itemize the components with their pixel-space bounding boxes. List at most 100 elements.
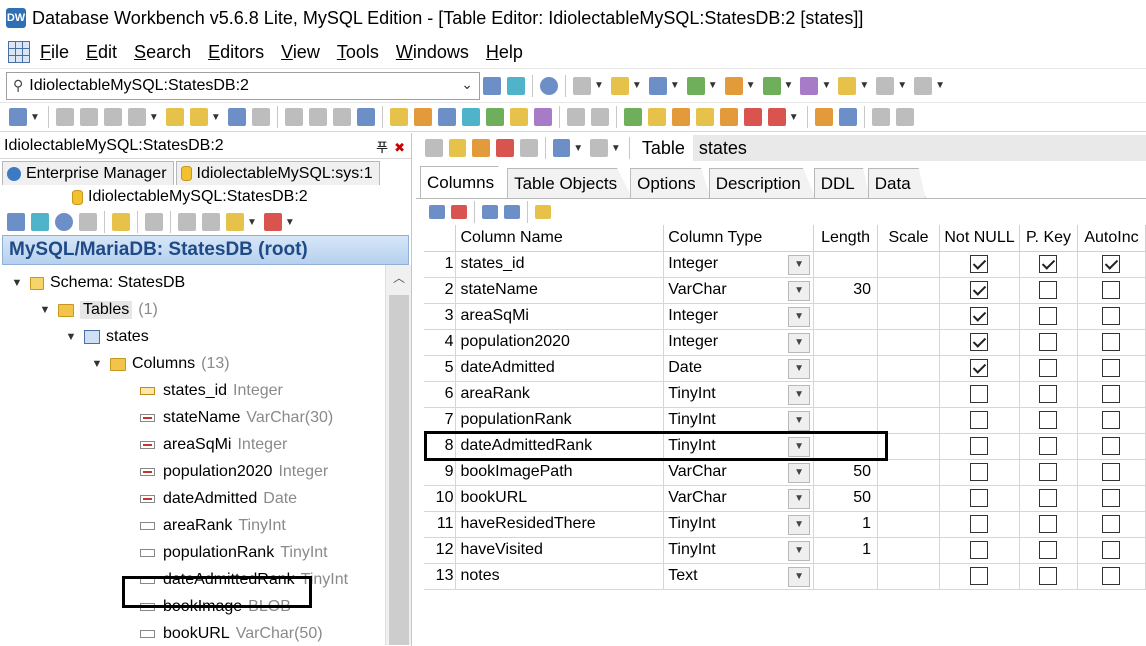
header-primary-key[interactable]: P. Key bbox=[1019, 225, 1078, 252]
refresh-icon[interactable] bbox=[55, 213, 73, 231]
table-row[interactable]: 1 states_id Integer ▼ bbox=[424, 251, 1146, 278]
code-icon[interactable] bbox=[876, 76, 895, 95]
tab-statesdb-connection[interactable]: IdiolectableMySQL:StatesDB:2 bbox=[0, 185, 411, 209]
autoinc-checkbox[interactable] bbox=[1102, 306, 1121, 325]
chevron-down-icon[interactable]: ▼ bbox=[788, 488, 811, 509]
chevron-down-icon[interactable]: ▼ bbox=[788, 514, 811, 535]
undo-icon[interactable] bbox=[227, 108, 246, 126]
insert-column-icon[interactable] bbox=[429, 205, 445, 219]
find-next-icon[interactable] bbox=[308, 108, 327, 126]
autoinc-checkbox[interactable] bbox=[1102, 358, 1121, 377]
properties-icon[interactable] bbox=[79, 213, 97, 231]
not-null-checkbox[interactable] bbox=[970, 332, 989, 351]
checklist-icon[interactable] bbox=[743, 108, 762, 126]
menu-tools[interactable]: Tools bbox=[337, 42, 379, 63]
cell-scale[interactable] bbox=[877, 277, 940, 304]
tree-node-table-states[interactable]: ▼ states bbox=[64, 324, 149, 350]
delete-icon[interactable] bbox=[178, 213, 196, 231]
autoinc-checkbox[interactable] bbox=[1102, 488, 1121, 507]
tree-node-column[interactable]: bookURL VarChar(50) bbox=[140, 621, 323, 645]
chevron-down-icon[interactable]: ▼ bbox=[90, 358, 104, 370]
menu-edit[interactable]: Edit bbox=[86, 42, 117, 63]
cell-length[interactable] bbox=[813, 355, 879, 382]
redo-icon[interactable] bbox=[251, 108, 270, 126]
cell-column-type[interactable]: TinyInt ▼ bbox=[663, 407, 815, 434]
move-up-icon[interactable] bbox=[482, 205, 498, 219]
primary-key-checkbox[interactable] bbox=[1039, 462, 1058, 481]
cell-length[interactable] bbox=[813, 303, 879, 330]
header-autoinc[interactable]: AutoInc bbox=[1077, 225, 1146, 252]
tab-ddl[interactable]: DDL bbox=[813, 168, 870, 198]
paste-special-icon[interactable] bbox=[189, 108, 208, 126]
inspect-icon[interactable] bbox=[838, 108, 857, 126]
table-row[interactable]: 9 bookImagePath VarChar ▼ 50 bbox=[424, 459, 1146, 486]
cell-scale[interactable] bbox=[877, 407, 940, 434]
cell-column-name[interactable]: notes bbox=[455, 563, 665, 590]
search-icon[interactable] bbox=[552, 139, 571, 157]
query-icon[interactable] bbox=[413, 108, 432, 126]
menu-view[interactable]: View bbox=[281, 42, 320, 63]
ddl-icon[interactable] bbox=[202, 213, 220, 231]
primary-key-checkbox[interactable] bbox=[1039, 306, 1058, 325]
tree-node-column[interactable]: populationRank TinyInt bbox=[140, 540, 328, 566]
table-row[interactable]: 12 haveVisited TinyInt ▼ 1 bbox=[424, 537, 1146, 564]
table-row[interactable]: 7 populationRank TinyInt ▼ bbox=[424, 407, 1146, 434]
primary-key-checkbox[interactable] bbox=[1039, 358, 1058, 377]
cell-scale[interactable] bbox=[877, 459, 940, 486]
tree-node-column[interactable]: dateAdmitted Date bbox=[140, 486, 297, 512]
chevron-down-icon[interactable]: ▼ bbox=[788, 306, 811, 327]
settings-icon[interactable] bbox=[814, 108, 833, 126]
tree-node-column[interactable]: stateName VarChar(30) bbox=[140, 405, 333, 431]
replace-icon[interactable] bbox=[332, 108, 351, 126]
tree-node-column[interactable]: population2020 Integer bbox=[140, 459, 328, 485]
chevron-down-icon[interactable]: ▼ bbox=[788, 358, 811, 379]
procedure-icon[interactable] bbox=[610, 76, 629, 95]
cell-column-type[interactable]: TinyInt ▼ bbox=[663, 511, 815, 538]
autoinc-checkbox[interactable] bbox=[1102, 436, 1121, 455]
diagram-icon[interactable] bbox=[509, 108, 528, 126]
paste-icon[interactable] bbox=[103, 108, 122, 126]
tree-node-schema[interactable]: ▼ Schema: StatesDB bbox=[10, 270, 186, 296]
cell-length[interactable] bbox=[813, 329, 879, 356]
cell-column-type[interactable]: VarChar ▼ bbox=[663, 277, 815, 304]
chevron-down-icon[interactable]: ▼ bbox=[788, 332, 811, 353]
autoinc-checkbox[interactable] bbox=[1102, 384, 1121, 403]
cell-length[interactable]: 1 bbox=[813, 511, 879, 538]
function-icon[interactable] bbox=[724, 76, 743, 95]
cell-column-type[interactable]: Integer ▼ bbox=[663, 303, 815, 330]
table-name-field[interactable]: states bbox=[692, 135, 1146, 161]
cell-column-type[interactable]: TinyInt ▼ bbox=[663, 537, 815, 564]
cell-column-name[interactable]: population2020 bbox=[455, 329, 665, 356]
cell-column-name[interactable]: haveVisited bbox=[455, 537, 665, 564]
cell-column-name[interactable]: states_id bbox=[455, 251, 665, 278]
lock-icon[interactable] bbox=[647, 108, 666, 126]
cell-column-type[interactable]: Date ▼ bbox=[663, 355, 815, 382]
primary-key-checkbox[interactable] bbox=[1039, 332, 1058, 351]
menu-help[interactable]: Help bbox=[486, 42, 523, 63]
primary-key-checkbox[interactable] bbox=[1039, 514, 1058, 533]
tree-node-column[interactable]: states_id Integer bbox=[140, 378, 283, 404]
table-row[interactable]: 5 dateAdmitted Date ▼ bbox=[424, 355, 1146, 382]
tree-node-column[interactable]: areaSqMi Integer bbox=[140, 432, 287, 458]
header-scale[interactable]: Scale bbox=[877, 225, 940, 252]
transfer-icon[interactable] bbox=[671, 108, 690, 126]
disconnect-icon[interactable] bbox=[507, 76, 525, 95]
new-object-icon[interactable] bbox=[226, 213, 244, 231]
cell-column-type[interactable]: Text ▼ bbox=[663, 563, 815, 590]
tab-enterprise-manager[interactable]: Enterprise Manager bbox=[2, 161, 174, 185]
move-down-icon[interactable] bbox=[504, 205, 520, 219]
record-icon[interactable] bbox=[263, 213, 282, 231]
chevron-down-icon[interactable]: ▼ bbox=[788, 462, 811, 483]
table-row[interactable]: 4 population2020 Integer ▼ bbox=[424, 329, 1146, 356]
print-icon[interactable] bbox=[9, 108, 27, 126]
table-row[interactable]: 11 haveResidedThere TinyInt ▼ 1 bbox=[424, 511, 1146, 538]
menu-search[interactable]: Search bbox=[134, 42, 191, 63]
trigger-icon[interactable] bbox=[762, 76, 781, 95]
not-null-checkbox[interactable] bbox=[970, 462, 989, 481]
cell-column-type[interactable]: VarChar ▼ bbox=[663, 459, 815, 486]
cell-length[interactable] bbox=[813, 251, 879, 278]
table-row[interactable]: 2 stateName VarChar ▼ 30 bbox=[424, 277, 1146, 304]
chevron-down-icon[interactable]: ▼ bbox=[788, 254, 811, 275]
tree-scrollbar[interactable]: ︿ bbox=[385, 265, 411, 645]
record-icon[interactable] bbox=[767, 108, 786, 126]
